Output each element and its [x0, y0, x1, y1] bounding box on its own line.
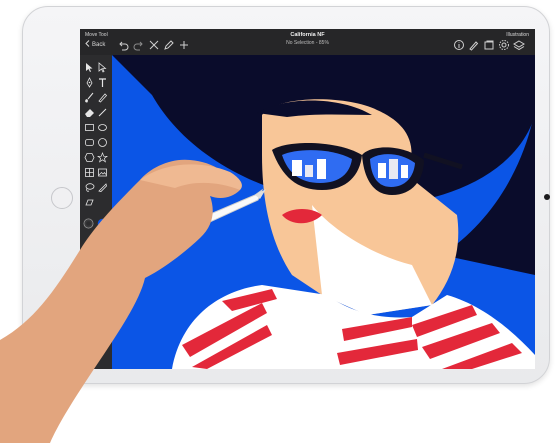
- layers-icon[interactable]: [513, 39, 525, 51]
- settings-icon[interactable]: [498, 39, 510, 51]
- home-button[interactable]: [51, 187, 73, 209]
- text-tool-icon[interactable]: [97, 77, 108, 88]
- pencil-tool-icon[interactable]: [97, 92, 108, 103]
- layers-sheet-icon[interactable]: [483, 39, 495, 51]
- stroke-color-swatch[interactable]: [83, 218, 95, 230]
- slice-tool-icon[interactable]: [84, 197, 95, 208]
- knife-tool-icon[interactable]: [97, 182, 108, 193]
- tools-panel: [80, 55, 113, 369]
- fill-color-swatch[interactable]: [97, 218, 109, 230]
- pencil-icon[interactable]: [468, 39, 480, 51]
- select-arrow-icon[interactable]: [84, 62, 95, 73]
- artwork-canvas[interactable]: [112, 55, 535, 369]
- grid-tool-icon[interactable]: [84, 167, 95, 178]
- line-tool-icon[interactable]: [97, 107, 108, 118]
- circle-tool-icon[interactable]: [97, 137, 108, 148]
- workspace-label[interactable]: Illustration: [506, 32, 529, 38]
- ipad-device: Move Tool Back California NF No Selectio…: [22, 6, 550, 384]
- eraser-tool-icon[interactable]: [84, 107, 95, 118]
- zoom-status: No Selection - 85%: [286, 40, 329, 46]
- app-screen: Move Tool Back California NF No Selectio…: [80, 29, 535, 369]
- pen-tool-icon[interactable]: [84, 77, 95, 88]
- info-icon[interactable]: [453, 39, 465, 51]
- rounded-rect-tool-icon[interactable]: [84, 137, 95, 148]
- image-tool-icon[interactable]: [97, 167, 108, 178]
- star-tool-icon[interactable]: [97, 152, 108, 163]
- ellipse-tool-icon[interactable]: [97, 122, 108, 133]
- lasso-tool-icon[interactable]: [84, 182, 95, 193]
- brush-tool-icon[interactable]: [84, 92, 95, 103]
- hexagon-tool-icon[interactable]: [84, 152, 95, 163]
- direct-select-icon[interactable]: [97, 62, 108, 73]
- front-camera: [544, 194, 550, 200]
- rectangle-tool-icon[interactable]: [84, 122, 95, 133]
- top-toolbar: Move Tool Back California NF No Selectio…: [80, 29, 535, 55]
- document-title: California NF: [290, 32, 325, 38]
